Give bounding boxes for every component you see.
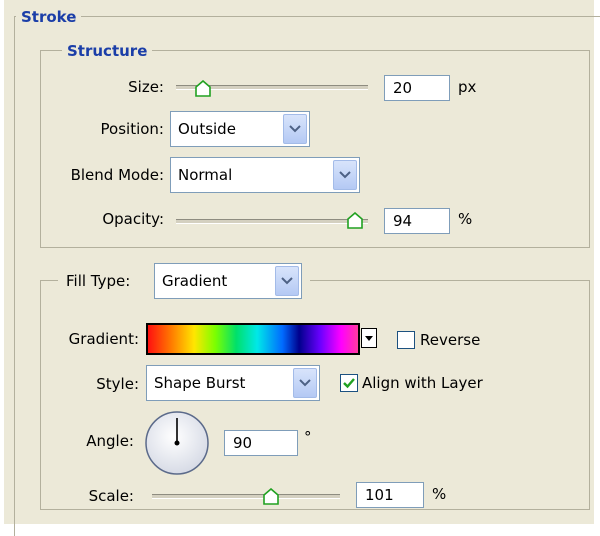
position-value: Outside xyxy=(178,120,236,138)
blend-mode-select[interactable]: Normal xyxy=(170,157,360,193)
style-label: Style: xyxy=(96,375,139,393)
align-with-layer-checkbox[interactable] xyxy=(340,374,358,392)
stroke-title: Stroke xyxy=(16,8,82,26)
chevron-down-icon[interactable] xyxy=(275,266,299,296)
style-select[interactable]: Shape Burst xyxy=(146,365,320,401)
angle-field[interactable]: 90 xyxy=(224,430,298,456)
gradient-label: Gradient: xyxy=(68,330,139,348)
angle-dial-icon[interactable] xyxy=(144,410,210,476)
chevron-down-icon[interactable] xyxy=(333,160,357,190)
position-select[interactable]: Outside xyxy=(170,111,310,147)
opacity-label: Opacity: xyxy=(102,210,164,228)
size-slider-thumb-icon[interactable] xyxy=(194,79,212,98)
size-unit: px xyxy=(458,78,477,96)
size-label: Size: xyxy=(128,78,164,96)
gradient-swatch[interactable] xyxy=(146,323,360,355)
scale-slider-thumb-icon[interactable] xyxy=(262,487,280,506)
scale-slider-track[interactable] xyxy=(152,494,340,499)
blend-mode-value: Normal xyxy=(178,166,233,184)
align-with-layer-label: Align with Layer xyxy=(362,374,483,392)
scale-unit: % xyxy=(432,485,447,503)
opacity-field[interactable]: 94 xyxy=(384,208,450,234)
fill-type-select[interactable]: Gradient xyxy=(154,263,302,299)
checkmark-icon xyxy=(343,378,355,389)
angle-unit: ° xyxy=(304,428,312,446)
position-label: Position: xyxy=(100,120,164,138)
blend-mode-label: Blend Mode: xyxy=(70,166,164,184)
scale-field[interactable]: 101 xyxy=(356,482,424,508)
reverse-label: Reverse xyxy=(420,331,481,349)
scale-label: Scale: xyxy=(88,487,134,505)
gradient-dropdown-arrow-icon[interactable] xyxy=(361,328,377,348)
reverse-checkbox[interactable] xyxy=(397,331,415,349)
size-field[interactable]: 20 xyxy=(384,75,450,101)
opacity-slider-track[interactable] xyxy=(176,219,368,224)
angle-label: Angle: xyxy=(86,432,134,450)
stroke-panel: Stroke Structure Size: 20 px Position: O… xyxy=(4,0,600,536)
chevron-down-icon[interactable] xyxy=(293,368,317,398)
opacity-slider-thumb-icon[interactable] xyxy=(346,211,364,230)
fill-type-label: Fill Type: xyxy=(66,272,131,290)
structure-title: Structure xyxy=(62,42,153,60)
chevron-down-icon[interactable] xyxy=(283,114,307,144)
opacity-unit: % xyxy=(458,210,473,228)
fill-type-value: Gradient xyxy=(162,272,228,290)
style-value: Shape Burst xyxy=(154,374,246,392)
